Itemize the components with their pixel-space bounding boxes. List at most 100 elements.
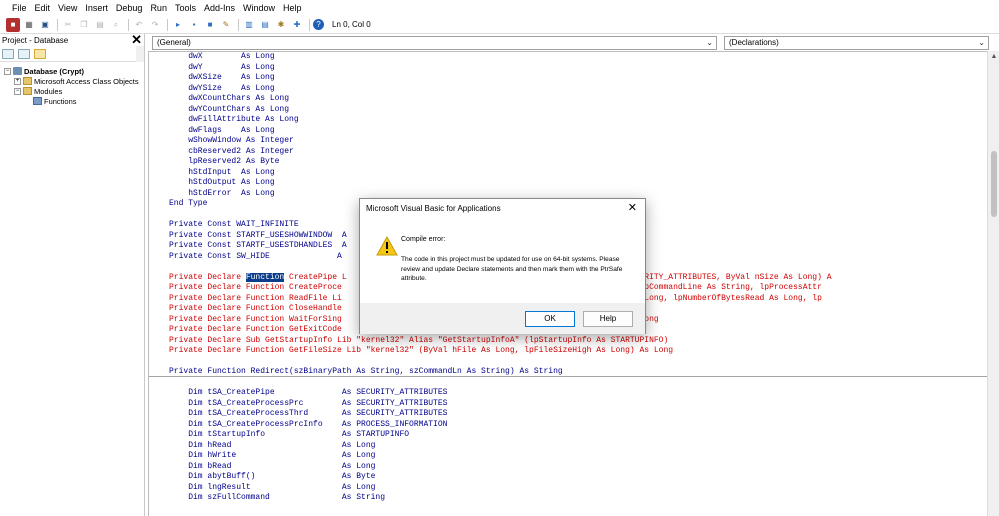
code-line: Dim hWrite As Long xyxy=(169,451,376,460)
menu-add-ins[interactable]: Add-Ins xyxy=(200,0,239,16)
code-line: Dim tSA_CreateProcessThrd As SECURITY_AT… xyxy=(169,409,448,418)
procedure-separator xyxy=(149,376,987,377)
object-dropdown[interactable]: (General) ⌄ xyxy=(152,36,717,50)
code-line: Dim szFullCommand As String xyxy=(169,493,386,502)
expand-icon[interactable]: + xyxy=(14,77,21,85)
code-text: Private Declare xyxy=(169,272,246,282)
procedure-dropdown-value: (Declarations) xyxy=(729,38,779,47)
copy-icon[interactable]: ❐ xyxy=(77,18,91,32)
code-line: dwY As Long xyxy=(169,62,275,72)
database-icon xyxy=(13,67,22,75)
tree-node-label: Database (Crypt) xyxy=(24,66,85,76)
find-icon[interactable]: ⌕ xyxy=(109,18,123,32)
tree-node[interactable]: + Microsoft Access Class Objects xyxy=(4,76,144,86)
redo-icon[interactable]: ↷ xyxy=(148,18,162,32)
dialog-footer: OK Help xyxy=(360,303,645,334)
code-line: Private Declare Sub GetStartupInfo Lib "… xyxy=(169,335,669,345)
object-browser-icon[interactable]: ✱ xyxy=(274,18,288,32)
code-line: Private Declare Function GetFileSize Lib… xyxy=(169,346,674,355)
chevron-down-icon: ⌄ xyxy=(706,38,713,47)
compile-error-dialog: Microsoft Visual Basic for Applications … xyxy=(359,198,646,334)
toolbar-separator xyxy=(128,18,129,31)
collapse-icon[interactable]: − xyxy=(4,67,11,75)
procedure-dropdown[interactable]: (Declarations) ⌄ xyxy=(724,36,989,50)
scrollbar-thumb[interactable] xyxy=(991,151,997,217)
menu-insert[interactable]: Insert xyxy=(81,0,112,16)
menu-bar: File Edit View Insert Debug Run Tools Add-Ins Wi… xyxy=(0,0,999,16)
object-dropdown-value: (General) xyxy=(157,38,191,47)
project-explorer-toolbar xyxy=(0,46,144,62)
code-line: Dim tSA_CreatePipe As SECURITY_ATTRIBUTE… xyxy=(169,388,448,397)
code-line: dwFillAttribute As Long xyxy=(169,115,299,124)
toolbar-separator xyxy=(57,18,58,31)
tree-node[interactable]: Functions xyxy=(4,96,144,106)
panel-scrollbar[interactable] xyxy=(136,46,144,62)
tree-node[interactable]: − Modules xyxy=(4,86,144,96)
menu-file[interactable]: File xyxy=(8,0,31,16)
help-button[interactable]: Help xyxy=(583,311,633,327)
toolbox-icon[interactable]: ✚ xyxy=(290,18,304,32)
project-explorer-panel: Project - Database ✕ − Database (Crypt) + M… xyxy=(0,33,145,516)
help-icon[interactable]: ? xyxy=(313,19,324,30)
error-message: The code in this project must be updated… xyxy=(401,256,623,282)
menu-window[interactable]: Window xyxy=(239,0,279,16)
collapse-icon[interactable]: − xyxy=(14,87,21,95)
close-icon[interactable]: ✕ xyxy=(628,201,637,214)
menu-tools[interactable]: Tools xyxy=(171,0,200,16)
design-mode-icon[interactable]: ✎ xyxy=(219,18,233,32)
code-dropdowns: (General) ⌄ (Declarations) ⌄ xyxy=(148,36,999,50)
tree-node-label: Functions xyxy=(44,96,77,106)
cut-icon[interactable]: ✂ xyxy=(61,18,75,32)
code-line: Dim tSA_CreateProcessPrcInfo As PROCESS_… xyxy=(169,419,448,429)
scroll-up-icon[interactable]: ▲ xyxy=(988,51,999,63)
paste-icon[interactable]: ▤ xyxy=(93,18,107,32)
code-line: dwX As Long xyxy=(169,52,275,61)
properties-icon[interactable]: ▤ xyxy=(258,18,272,32)
project-explorer-title: Project - Database xyxy=(2,35,69,45)
tree-node-label: Modules xyxy=(34,86,63,96)
folder-icon xyxy=(23,77,32,85)
code-line: Dim lngResult As Long xyxy=(169,482,376,492)
warning-icon xyxy=(376,236,398,256)
break-icon[interactable]: ▪ xyxy=(187,18,201,32)
code-line: wShowWindow As Integer xyxy=(169,136,294,145)
toolbar-separator xyxy=(238,18,239,31)
access-icon[interactable]: ■ xyxy=(6,17,20,32)
code-line: Dim hRead As Long xyxy=(169,440,376,450)
code-line: Dim tStartupInfo As STARTUPINFO xyxy=(169,430,410,439)
code-line: Dim bRead As Long xyxy=(169,461,376,471)
code-line: dwYCountChars As Long xyxy=(169,104,290,114)
toggle-folders-icon[interactable] xyxy=(34,48,46,59)
project-explorer-icon[interactable]: ▥ xyxy=(242,18,256,32)
tree-node[interactable]: − Database (Crypt) xyxy=(4,66,144,76)
view-object-icon[interactable] xyxy=(18,48,30,59)
menu-view[interactable]: View xyxy=(54,0,81,16)
menu-help[interactable]: Help xyxy=(279,0,306,16)
code-line: hStdOutput As Long xyxy=(169,178,275,187)
code-line: cbReserved2 As Integer xyxy=(169,146,294,156)
menu-run[interactable]: Run xyxy=(146,0,171,16)
reset-icon[interactable]: ■ xyxy=(203,18,217,32)
project-tree: − Database (Crypt) + Microsoft Access Class… xyxy=(0,62,144,106)
save-icon[interactable]: ▣ xyxy=(38,18,52,32)
dialog-title: Microsoft Visual Basic for Applications xyxy=(366,204,501,213)
code-line: Dim tSA_CreateProcessPrc As SECURITY_ATT… xyxy=(169,398,448,408)
insert-module-icon[interactable]: ▦ xyxy=(22,18,36,32)
menu-edit[interactable]: Edit xyxy=(31,0,55,16)
standard-toolbar: ■ ▦ ▣ ✂ ❐ ▤ ⌕ ↶ ↷ ▸ ▪ ■ ✎ ▥ ▤ ✱ ✚ ? Ln 0… xyxy=(0,16,999,34)
folder-icon xyxy=(23,87,32,95)
dialog-body: Compile error: The code in this project … xyxy=(360,221,645,303)
menu-debug[interactable]: Debug xyxy=(112,0,147,16)
view-code-icon[interactable] xyxy=(2,48,14,59)
toolbar-separator xyxy=(309,18,310,31)
undo-icon[interactable]: ↶ xyxy=(132,18,146,32)
vertical-scrollbar[interactable]: ▲ xyxy=(987,51,999,516)
code-line: hStdInput As Long xyxy=(169,167,275,177)
cursor-position-indicator: Ln 0, Col 0 xyxy=(332,20,371,29)
close-icon[interactable]: ✕ xyxy=(131,33,144,46)
run-icon[interactable]: ▸ xyxy=(171,18,185,32)
toolbar-separator xyxy=(167,18,168,31)
selected-keyword: Function xyxy=(245,272,285,282)
ok-button[interactable]: OK xyxy=(525,311,575,327)
